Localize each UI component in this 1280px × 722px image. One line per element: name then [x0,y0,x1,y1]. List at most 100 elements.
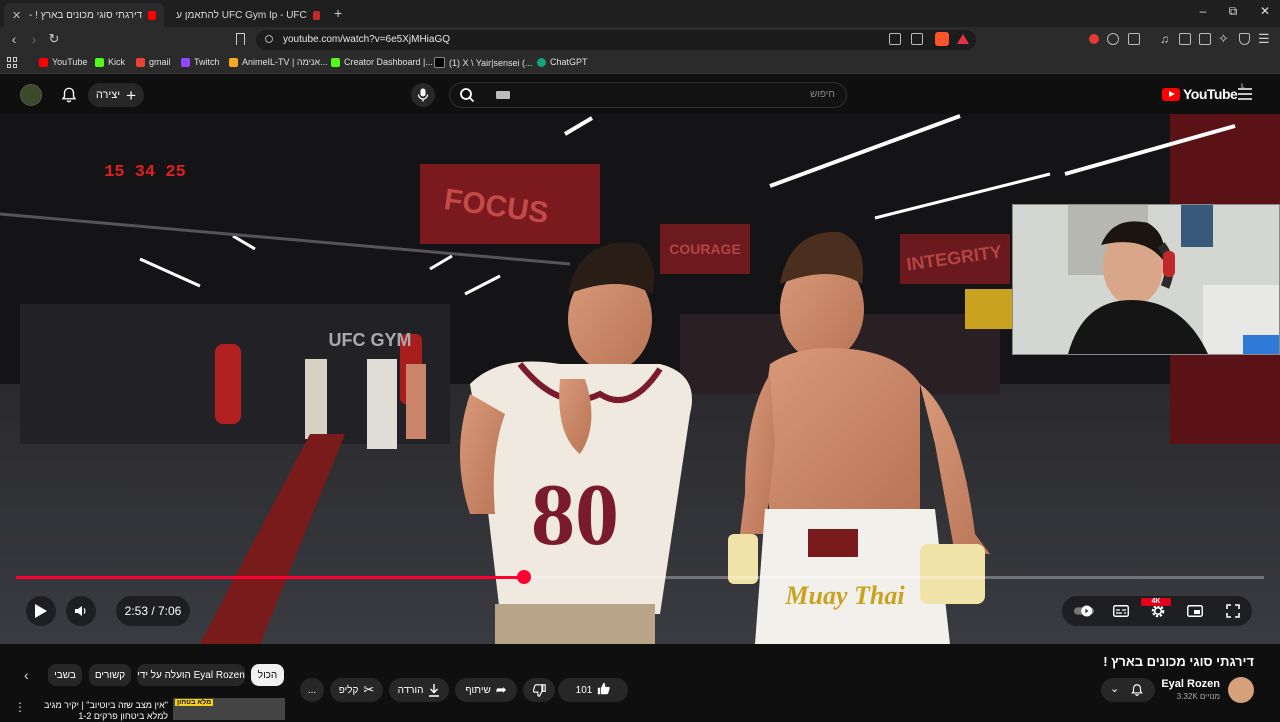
leo-ai-icon[interactable]: ✧ [1218,31,1229,47]
close-window-button[interactable]: ✕ [1250,4,1280,18]
scrubber-handle[interactable] [517,570,531,584]
guide-menu-icon[interactable] [1238,88,1252,100]
notifications-bell-icon[interactable] [60,86,78,104]
gym-sign-courage: COURAGE [669,241,741,257]
miniplayer-icon [1187,605,1203,617]
like-dislike-group: 101 [558,678,628,702]
thumbnail-text: מלא בטחון [175,699,214,706]
bookmark-youtube[interactable]: YouTube [39,57,87,67]
subtitles-button[interactable] [1111,601,1131,621]
play-button[interactable] [26,596,56,626]
chip-related[interactable]: קשורים [89,664,131,686]
url-text: youtube.com/watch?v=6e5XjMHiaGQ [283,34,451,45]
volume-icon [75,606,86,616]
fullscreen-icon [1226,604,1240,618]
recommendation-thumbnail[interactable]: מלא בטחון [173,698,285,720]
new-tab-button[interactable]: + [334,5,342,21]
vpn-shield-icon[interactable] [1239,33,1250,45]
miniplayer-button[interactable] [1185,601,1205,621]
bookmark-animeil[interactable]: AnimeIL-TV | אנימה... [229,57,328,67]
media-controls-icon[interactable]: ♫ [1160,32,1169,46]
more-actions-button[interactable]: ... [300,678,324,702]
wallet-icon[interactable] [1199,33,1211,45]
play-icon [35,604,47,618]
extension-box-icon[interactable] [1128,33,1140,45]
share-button[interactable]: שיתוף ➦ [455,678,517,702]
close-tab-icon[interactable]: ✕ [12,9,21,22]
chevron-down-icon: ⌄ [1110,683,1120,695]
youtube-logo[interactable]: YouTube IL [1162,84,1245,102]
site-info-icon[interactable] [265,35,273,43]
subscription-button[interactable]: ⌄ [1101,678,1155,702]
time-display: 2:53 / 7:06 [116,596,190,626]
download-button[interactable]: הורדה [389,678,449,702]
create-label: יצירה [95,89,121,101]
webcam-overlay [1012,204,1280,355]
share-label: שיתוף [465,684,491,696]
like-button[interactable] [597,682,611,698]
thumbs-down-icon [532,683,546,697]
keyboard-icon[interactable] [496,91,510,99]
youtube-icon [39,57,48,67]
apps-grid-icon[interactable] [7,57,18,68]
progress-played [16,576,524,579]
download-icon [429,683,440,697]
sidebar-icon[interactable] [1179,33,1191,45]
share-page-icon[interactable] [911,33,923,45]
bookmark-x[interactable]: (1) X \ Yair|sensei (... [434,57,533,68]
browser-menu-icon[interactable]: ☰ [1258,31,1270,47]
dislike-button[interactable] [523,678,555,702]
channel-avatar[interactable] [1228,677,1254,703]
reload-icon[interactable]: ↻ [46,31,62,47]
tab-youtube-video[interactable]: דירגתי סוגי מכונים בארץ ! - ...e ✕ [4,3,164,27]
search-placeholder: חיפוש [810,89,835,100]
voice-search-button[interactable] [411,83,435,107]
jersey-number: 80 [531,467,619,564]
bookmark-page-icon[interactable] [236,33,245,45]
microphone-icon [417,88,429,102]
create-button[interactable]: יצירה + [88,83,144,107]
chips-prev-icon[interactable]: ‹ [24,667,29,683]
autoplay-toggle[interactable] [1074,601,1094,621]
likes-count: 101 [575,684,593,696]
search-icon[interactable] [458,87,478,103]
extensions-icon[interactable] [1107,33,1119,45]
back-icon[interactable]: ‹ [6,31,22,47]
chip-more[interactable]: בשבי [48,664,82,686]
account-avatar[interactable] [20,84,42,106]
webcam-frame [1013,205,1279,354]
video-player[interactable]: 80 Muay Thai FOCUS COURAGE INTEGRITY UFC… [0,114,1280,644]
shorts-text: Muay Thai [784,581,905,610]
quality-badge: 4K [1141,598,1171,606]
bookmark-creator-dashboard[interactable]: Creator Dashboard |... [331,57,433,67]
gmail-icon [136,57,145,67]
plus-icon: + [126,85,137,105]
logo-text: YouTube [1183,86,1238,102]
minimize-button[interactable]: – [1188,4,1218,18]
mute-button[interactable] [66,596,96,626]
extension-record-icon[interactable] [1089,34,1099,44]
chip-uploaded-by[interactable]: הועלה על ידי Eyal Rozen [137,664,245,686]
clip-button[interactable]: קליפ ✂ [330,678,383,702]
brave-shield-icon[interactable] [935,32,949,46]
clip-label: קליפ [338,684,359,696]
tab-ufc-gym[interactable]: UFC Gym Ip - UFC להתאמן על הקצה [168,3,328,27]
fullscreen-button[interactable] [1223,601,1243,621]
bookmark-twitch[interactable]: Twitch [181,57,220,67]
restore-button[interactable]: ⧉ [1218,4,1248,19]
youtube-play-logo-icon [1162,87,1180,101]
brave-rewards-icon[interactable] [957,34,969,44]
recommendation-title[interactable]: "אין מצב שזה ביוטיוב" | יקיר מגיב למלא ב… [40,700,168,722]
video-title: דירגתי סוגי מכונים בארץ ! [1103,654,1254,669]
kick-icon [331,57,340,67]
recommendation-menu-icon[interactable]: ⋮ [14,700,26,714]
bookmark-chatgpt[interactable]: ChatGPT [537,57,588,67]
wall-clock-readout: 15 34 25 [104,163,186,182]
chip-all[interactable]: הכול [251,664,284,686]
twitch-icon [181,57,190,67]
bookmark-gmail[interactable]: gmail [136,57,171,67]
share-icon: ➦ [495,682,507,697]
forward-icon[interactable]: › [26,31,42,47]
bookmark-kick[interactable]: Kick [95,57,125,67]
cast-icon[interactable] [889,33,901,45]
